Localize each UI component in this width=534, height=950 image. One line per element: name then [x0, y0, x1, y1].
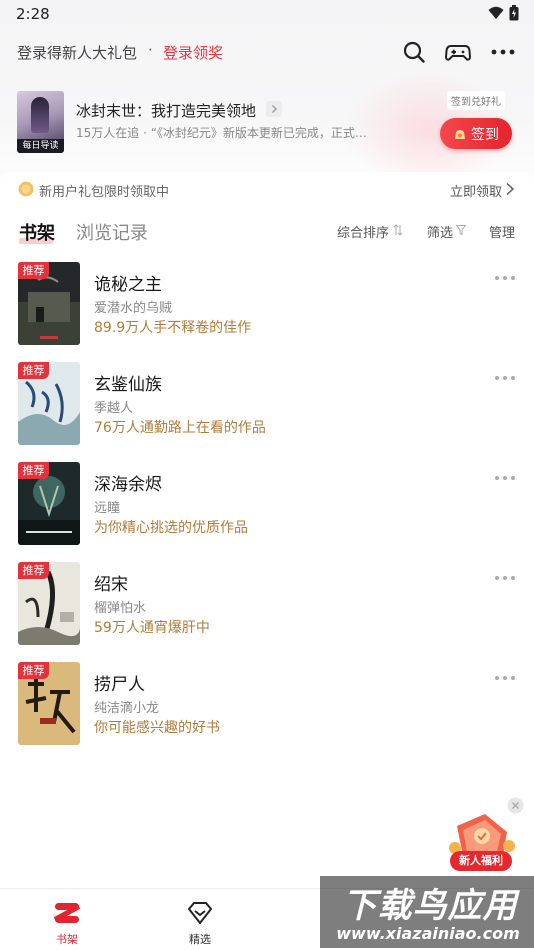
- more-options-icon[interactable]: [494, 672, 516, 684]
- watermark-title: 下载鸟应用: [342, 886, 518, 926]
- coin-icon: [18, 181, 34, 197]
- book-author: 纯洁滴小龙: [94, 701, 160, 716]
- recommend-badge: 推荐: [18, 362, 49, 379]
- more-options-icon[interactable]: [494, 572, 516, 584]
- checkin-label: 签到: [471, 126, 499, 143]
- book-title: 深海余烬: [94, 475, 162, 495]
- more-icon[interactable]: [490, 40, 516, 64]
- book-author: 远瞳: [94, 501, 121, 516]
- nav-item-bookshelf[interactable]: 书架: [27, 889, 107, 950]
- newcomer-benefit-label[interactable]: 新人福利: [450, 851, 512, 871]
- status-bar: 2:28: [0, 0, 534, 28]
- book-row[interactable]: 推荐 深海余烬 远瞳 为你精心挑选的优质作品: [0, 462, 534, 548]
- chevron-right-icon: [266, 101, 282, 117]
- featured-cover: 每日导读: [17, 91, 64, 153]
- nav-item-featured[interactable]: 精选: [160, 889, 240, 950]
- book-cover: 推荐: [18, 362, 80, 445]
- watermark-url: www.xiazainiao.com: [336, 924, 520, 943]
- wifi-icon: [488, 6, 504, 19]
- watermark: 下载鸟应用 www.xiazainiao.com: [320, 876, 534, 948]
- book-cover: 推荐: [18, 262, 80, 345]
- featured-book[interactable]: 每日导读 冰封末世：我打造完美领地 15万人在追 · “《冰封纪元》新版本更新已…: [0, 88, 534, 158]
- sort-button[interactable]: 综合排序: [337, 222, 389, 241]
- filter-icon: [456, 225, 466, 235]
- checkin-hint: 签到兑好礼: [447, 91, 505, 110]
- coin-bag-icon: [455, 129, 465, 139]
- tab-bookshelf[interactable]: 书架: [19, 219, 55, 245]
- more-options-icon[interactable]: [494, 272, 516, 284]
- top-header: 登录得新人大礼包 · 登录领奖: [0, 36, 534, 68]
- book-title: 玄鉴仙族: [94, 375, 162, 395]
- login-link[interactable]: 登录领奖: [163, 42, 223, 63]
- book-row[interactable]: 推荐 捞尸人 纯洁滴小龙 你可能感兴趣的好书: [0, 662, 534, 748]
- book-cover: 推荐: [18, 662, 80, 745]
- recommend-badge: 推荐: [18, 562, 49, 579]
- book-tag: 为你精心挑选的优质作品: [94, 520, 248, 536]
- status-time: 2:28: [16, 5, 50, 23]
- claim-now-link[interactable]: 立即领取: [450, 181, 502, 200]
- bookshelf-panel: 新用户礼包限时领取中 立即领取 书架 浏览记录 综合排序 筛选 管理 推荐 诡秘…: [0, 172, 534, 888]
- notice-text: 新用户礼包限时领取中: [39, 185, 170, 200]
- book-cover: 推荐: [18, 562, 80, 645]
- nav-label: 书架: [56, 933, 78, 946]
- shelf-tabs: 书架 浏览记录 综合排序 筛选 管理: [0, 216, 534, 248]
- filter-button[interactable]: 筛选: [427, 222, 453, 241]
- new-user-notice[interactable]: 新用户礼包限时领取中 立即领取: [0, 172, 534, 206]
- more-options-icon[interactable]: [494, 472, 516, 484]
- sort-icon: [393, 224, 403, 236]
- book-author: 榴弹怕水: [94, 601, 147, 616]
- recommend-badge: 推荐: [18, 662, 49, 679]
- book-row[interactable]: 推荐 诡秘之主 爱潜水的乌贼 89.9万人手不释卷的佳作: [0, 262, 534, 348]
- book-tag: 89.9万人手不释卷的佳作: [94, 320, 252, 336]
- featured-cover-label: 每日导读: [17, 139, 64, 153]
- book-author: 爱潜水的乌贼: [94, 301, 173, 316]
- book-tag: 59万人通宵爆肝中: [94, 620, 210, 636]
- chevron-right-icon: [506, 182, 515, 196]
- bookshelf-icon: [53, 903, 81, 923]
- recommend-badge: 推荐: [18, 462, 49, 479]
- featured-subtitle: 15万人在追 · “《冰封纪元》新版本更新已完成，正式…: [76, 126, 367, 140]
- book-author: 季越人: [94, 401, 134, 416]
- book-title: 诡秘之主: [94, 275, 162, 295]
- book-tag: 76万人通勤路上在看的作品: [94, 420, 266, 436]
- tab-history[interactable]: 浏览记录: [76, 219, 148, 245]
- login-prompt[interactable]: 登录得新人大礼包: [17, 42, 137, 63]
- checkin-button[interactable]: 签到: [440, 118, 512, 149]
- featured-title: 冰封末世：我打造完美领地: [76, 102, 257, 120]
- book-tag: 你可能感兴趣的好书: [94, 720, 220, 736]
- more-options-icon[interactable]: [494, 372, 516, 384]
- book-row[interactable]: 推荐 玄鉴仙族 季越人 76万人通勤路上在看的作品: [0, 362, 534, 448]
- recommend-badge: 推荐: [18, 262, 49, 279]
- book-title: 捞尸人: [94, 675, 145, 695]
- header-separator: ·: [148, 41, 153, 59]
- gamepad-icon[interactable]: [445, 40, 471, 64]
- search-icon[interactable]: [402, 40, 426, 64]
- book-cover: 推荐: [18, 462, 80, 545]
- book-title: 绍宋: [94, 575, 128, 595]
- battery-icon: [509, 5, 519, 21]
- book-row[interactable]: 推荐 绍宋 榴弹怕水 59万人通宵爆肝中: [0, 562, 534, 648]
- diamond-icon: [188, 902, 212, 924]
- manage-button[interactable]: 管理: [489, 222, 515, 241]
- nav-label: 精选: [189, 933, 211, 946]
